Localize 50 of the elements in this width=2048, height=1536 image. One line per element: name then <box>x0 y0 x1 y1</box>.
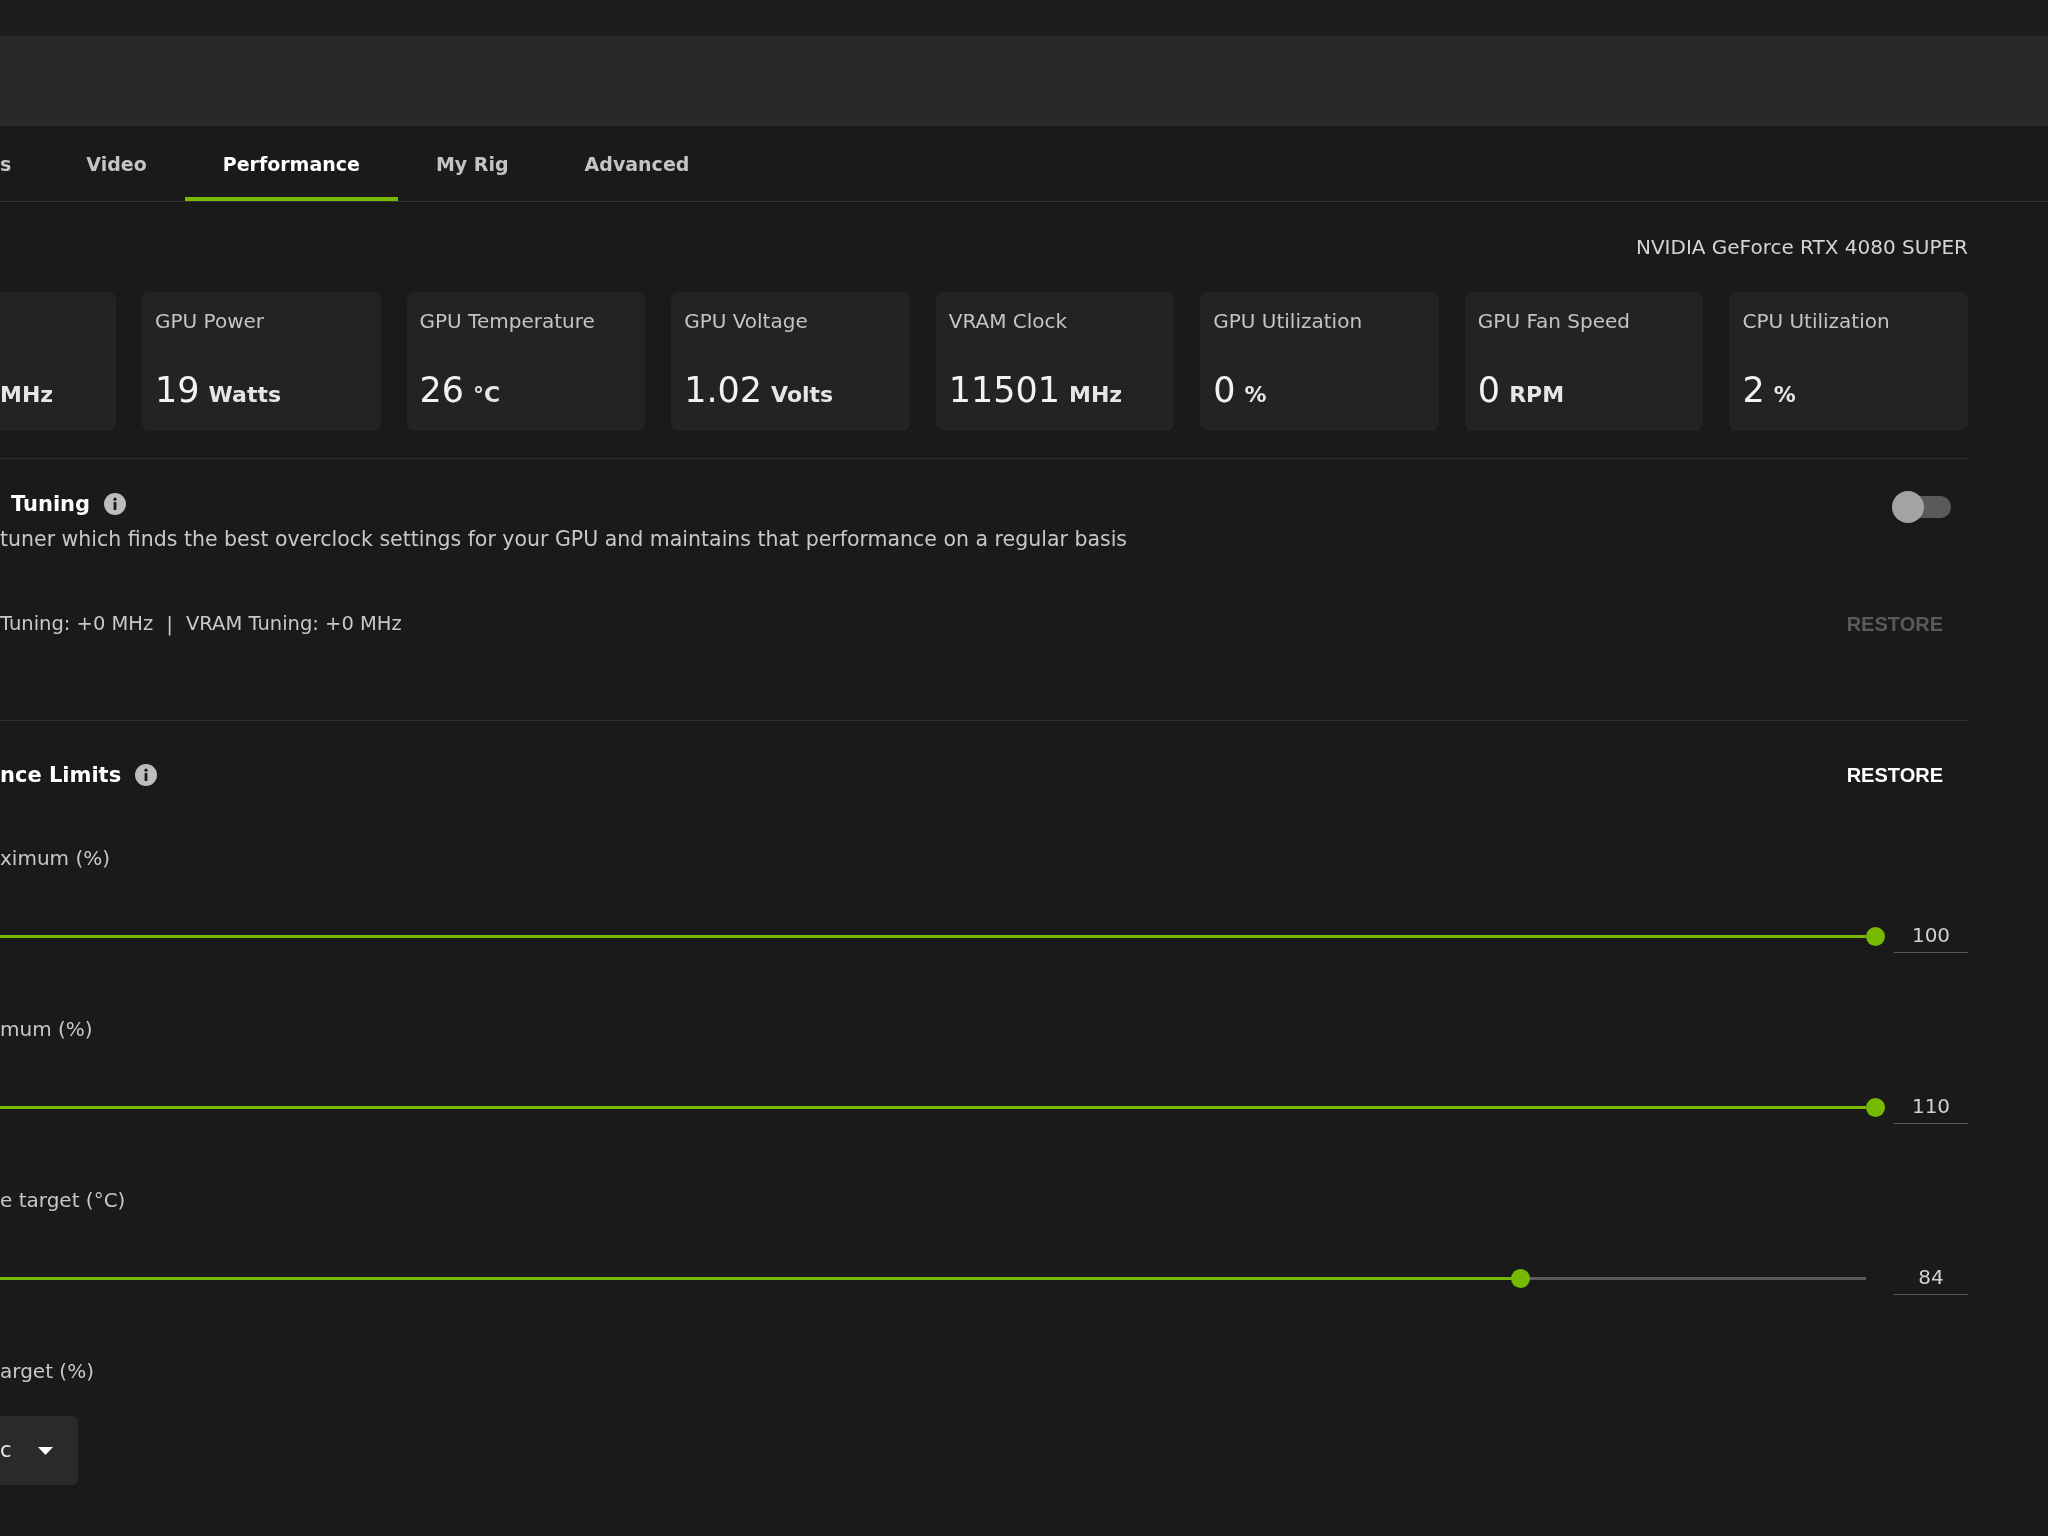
tab[interactable]: s <box>0 126 49 201</box>
metric-unit: Watts <box>208 381 281 409</box>
gpu-name: NVIDIA GeForce RTX 4080 SUPER <box>1635 235 1968 259</box>
metric-label: VRAM Clock <box>948 308 1069 334</box>
description-text: tuner which finds the best overclock settings for your GPU and maintains that performance on a regular basis <box>0 527 1128 551</box>
value-field[interactable]: 100 <box>1894 919 1968 953</box>
metric-value: 0 <box>1477 369 1501 412</box>
tab[interactable]: Performance <box>184 126 398 201</box>
tab[interactable]: Video <box>48 126 185 201</box>
info-icon[interactable] <box>104 493 127 515</box>
info-icon[interactable] <box>135 764 158 786</box>
metric-value: 2 <box>1742 369 1765 412</box>
metric-value: 26 <box>419 369 465 412</box>
metric-unit: % <box>1244 381 1267 409</box>
metric-unit: % <box>1773 381 1796 409</box>
slider-thumb[interactable] <box>1866 1097 1885 1117</box>
metric-label: GPU Fan Speed <box>1477 308 1632 334</box>
section-title: Tuning <box>11 491 91 518</box>
metric-unit: RPM <box>1509 381 1565 409</box>
metric-label: CPU Utilization <box>1742 308 1891 334</box>
separator-text: | <box>166 612 173 636</box>
dropdown-label: arget (%) <box>0 1359 94 1383</box>
metric-label: GPU Voltage <box>684 308 809 334</box>
slider-label: mum (%) <box>0 1017 93 1041</box>
section-title: nce Limits <box>0 762 122 789</box>
metric-value: 0 <box>1213 369 1236 412</box>
slider-thumb[interactable] <box>1866 926 1885 946</box>
slider-thumb[interactable] <box>1511 1268 1531 1288</box>
toggle-switch[interactable] <box>1892 491 1951 523</box>
tab[interactable]: My Rig <box>397 126 547 201</box>
metric-label: GPU Temperature <box>419 308 596 334</box>
metric-value: 19 <box>155 369 200 412</box>
value-field[interactable]: 84 <box>1894 1261 1968 1295</box>
restore-button[interactable]: RESTORE <box>1846 763 1943 787</box>
dropdown-button[interactable]: c <box>0 1416 78 1485</box>
caret-icon <box>37 1446 53 1455</box>
metric-unit: MHz <box>0 381 54 409</box>
tuning-reading: Tuning: +0 MHz <box>0 612 154 636</box>
tuning-reading: VRAM Tuning: +0 MHz <box>186 612 402 636</box>
metric-unit: MHz <box>1069 381 1123 409</box>
slider-label: ximum (%) <box>0 846 110 870</box>
value-field[interactable]: 110 <box>1894 1090 1968 1124</box>
metric-label: GPU Power <box>155 308 266 334</box>
metric-value: 1.02 <box>684 369 763 412</box>
tab[interactable]: Advanced <box>546 126 728 201</box>
slider-label: e target (°C) <box>0 1188 126 1212</box>
metric-value: 11501 <box>948 369 1061 412</box>
metric-unit: °C <box>473 381 501 409</box>
metric-unit: Volts <box>771 381 834 409</box>
metric-label: GPU Utilization <box>1213 308 1364 334</box>
